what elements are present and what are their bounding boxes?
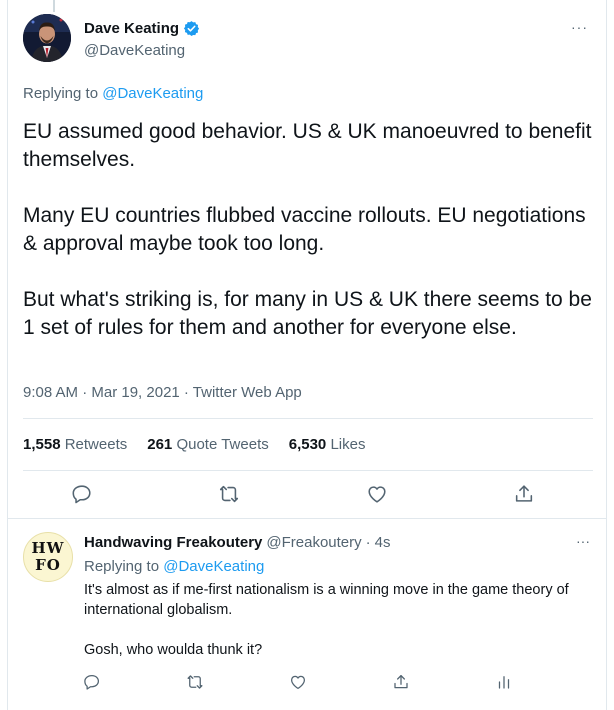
tweet-body: EU assumed good behavior. US & UK manoeu… [23, 118, 593, 342]
author-handle[interactable]: @DaveKeating [84, 42, 185, 59]
like-button[interactable] [363, 480, 391, 508]
tweet-paragraph: EU assumed good behavior. US & UK manoeu… [23, 120, 592, 171]
likes-count: 6,530 [288, 436, 327, 453]
reply-author-handle[interactable]: @Freakoutery [266, 534, 361, 551]
share-button[interactable] [510, 480, 538, 508]
author-display-name[interactable]: Dave Keating [84, 20, 179, 37]
tweet-paragraph: Many EU countries flubbed vaccine rollou… [23, 204, 586, 255]
replying-to-mention-link[interactable]: @DaveKeating [102, 85, 203, 102]
avatar-text: FO [35, 556, 61, 574]
divider [23, 418, 593, 419]
reply-body: It's almost as if me-first nationalism i… [84, 580, 594, 660]
avatar-text: HW [31, 539, 65, 557]
quote-tweets-count: 261 [147, 436, 173, 453]
reply-action-bar [78, 668, 518, 696]
likes-label: Likes [330, 436, 366, 453]
replying-to-line: Replying to @DaveKeating [84, 558, 264, 575]
replying-to-label: Replying to [84, 558, 160, 575]
like-icon [368, 486, 386, 503]
retweets-label: Retweets [64, 436, 128, 453]
separator: · [365, 534, 371, 551]
reply-icon [72, 485, 91, 504]
reply-icon [84, 674, 100, 690]
divider [8, 518, 606, 519]
retweet-icon [220, 485, 239, 503]
reply-tweet[interactable]: HW FO Handwaving Freakoutery @Freakouter… [8, 520, 608, 710]
thread-connector-line [53, 0, 55, 12]
retweets-count: 1,558 [23, 436, 61, 453]
share-button[interactable] [387, 668, 415, 696]
analytics-button[interactable] [490, 668, 518, 696]
author-name-row[interactable]: Dave Keating [84, 20, 200, 37]
like-icon [290, 675, 306, 690]
tweet-thread: Dave Keating @DaveKeating ··· Replying t… [7, 0, 607, 710]
reply-button[interactable] [78, 668, 106, 696]
reply-paragraph: It's almost as if me-first nationalism i… [84, 582, 569, 618]
reply-header: Handwaving Freakoutery @Freakoutery · 4s [84, 534, 391, 551]
retweet-button[interactable] [215, 480, 243, 508]
engagement-stats: 1,558 Retweets 261 Quote Tweets 6,530 Li… [23, 436, 365, 453]
share-icon [515, 485, 533, 502]
replying-to-line: Replying to @DaveKeating [23, 85, 203, 102]
tweet-timestamp-source[interactable]: 9:08 AM · Mar 19, 2021 · Twitter Web App [23, 384, 302, 401]
divider [23, 470, 593, 471]
likes-stat-link[interactable]: 6,530 Likes [289, 436, 366, 453]
tweet-action-bar [68, 480, 538, 508]
replying-to-mention-link[interactable]: @DaveKeating [163, 558, 264, 575]
quote-tweets-stat-link[interactable]: 261 Quote Tweets [147, 436, 268, 453]
tweet-paragraph: But what's striking is, for many in US &… [23, 288, 592, 339]
retweet-icon [187, 675, 203, 689]
retweets-stat-link[interactable]: 1,558 Retweets [23, 436, 127, 453]
quote-tweets-label: Quote Tweets [176, 436, 269, 453]
replying-to-label: Replying to [23, 85, 99, 102]
verified-badge-icon [183, 20, 200, 37]
reply-timestamp[interactable]: 4s [375, 534, 391, 551]
more-options-icon[interactable]: ··· [571, 20, 588, 34]
analytics-icon [498, 676, 510, 689]
share-icon [394, 674, 408, 689]
retweet-button[interactable] [181, 668, 209, 696]
like-button[interactable] [284, 668, 312, 696]
reply-author-avatar[interactable]: HW FO [23, 532, 73, 582]
reply-button[interactable] [68, 480, 96, 508]
reply-paragraph: Gosh, who woulda thunk it? [84, 642, 263, 658]
more-options-icon[interactable]: ··· [576, 534, 590, 548]
reply-author-name[interactable]: Handwaving Freakoutery [84, 534, 262, 551]
author-avatar[interactable] [23, 14, 71, 62]
